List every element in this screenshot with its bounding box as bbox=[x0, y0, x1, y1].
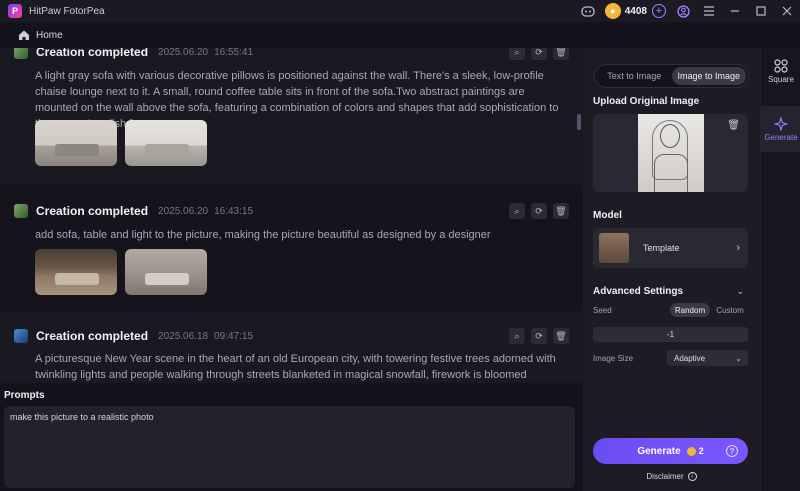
info-icon: i bbox=[687, 472, 697, 481]
prompts-label: Prompts bbox=[4, 390, 45, 401]
creation-time: 16:55:41 bbox=[214, 48, 254, 58]
disclaimer-link[interactable]: Disclaimer i bbox=[583, 472, 760, 481]
creation-title: Creation completed bbox=[36, 48, 149, 59]
creation-date: 2025.06.20 bbox=[158, 205, 209, 217]
zoom-icon[interactable]: ⌕ bbox=[509, 328, 525, 344]
image-size-value: Adaptive bbox=[674, 353, 706, 363]
creation-time: 16:43:15 bbox=[214, 205, 254, 217]
zoom-icon[interactable]: ⌕ bbox=[509, 48, 525, 60]
advanced-settings-title[interactable]: Advanced Settings bbox=[593, 286, 683, 297]
creation-feed: Creation completed 2025.06.20 16:55:41 ⌕… bbox=[0, 48, 583, 383]
disclaimer-label: Disclaimer bbox=[646, 472, 684, 481]
model-title: Model bbox=[593, 210, 622, 221]
discord-icon[interactable] bbox=[575, 0, 601, 22]
header-bar: Home bbox=[0, 22, 800, 48]
creation-prompt: A picturesque New Year scene in the hear… bbox=[35, 353, 556, 381]
close-icon[interactable] bbox=[774, 0, 800, 22]
side-nav: Square Generate bbox=[760, 48, 800, 491]
creation-card: Creation completed 2025.06.18 09:47:15 ⌕… bbox=[0, 311, 583, 383]
feed-scrollbar[interactable] bbox=[577, 114, 581, 130]
home-link[interactable]: Home bbox=[36, 30, 63, 41]
result-image[interactable] bbox=[35, 120, 117, 166]
chevron-down-icon[interactable]: ⌄ bbox=[736, 286, 744, 297]
credits-display[interactable]: ● 4408 + bbox=[604, 3, 666, 19]
help-icon[interactable]: ? bbox=[726, 445, 738, 457]
chevron-right-icon: › bbox=[736, 242, 740, 254]
mode-toggle: Text to Image Image to Image bbox=[594, 64, 749, 88]
creation-card: Creation completed 2025.06.20 16:43:15 ⌕… bbox=[0, 185, 583, 311]
zoom-icon[interactable]: ⌕ bbox=[509, 203, 525, 219]
image-size-select[interactable]: Adaptive ⌄ bbox=[667, 350, 748, 366]
delete-icon[interactable]: 🗑 bbox=[553, 48, 569, 60]
result-image[interactable] bbox=[35, 249, 117, 295]
creation-avatar bbox=[14, 204, 28, 218]
app-logo: P bbox=[8, 4, 22, 18]
seed-value-field[interactable]: -1 bbox=[593, 327, 748, 342]
creation-avatar bbox=[14, 329, 28, 343]
creation-date: 2025.06.20 bbox=[158, 48, 209, 58]
generate-cost: 2 bbox=[698, 446, 704, 456]
creation-title: Creation completed bbox=[36, 204, 149, 218]
chevron-down-icon: ⌄ bbox=[735, 353, 742, 363]
credit-count: 4408 bbox=[624, 5, 647, 17]
creation-title: Creation completed bbox=[36, 329, 149, 343]
coin-icon: ● bbox=[604, 3, 621, 19]
seed-random-option[interactable]: Random bbox=[670, 303, 710, 317]
seed-custom-option[interactable]: Custom bbox=[710, 303, 750, 317]
generate-button[interactable]: Generate 2 ? bbox=[593, 438, 748, 464]
prompt-input[interactable]: make this picture to a realistic photo bbox=[4, 406, 575, 488]
result-image[interactable] bbox=[125, 249, 207, 295]
generate-label: Generate bbox=[637, 445, 681, 457]
account-icon[interactable] bbox=[670, 0, 696, 22]
creation-card: Creation completed 2025.06.20 16:55:41 ⌕… bbox=[0, 48, 583, 185]
creation-avatar bbox=[14, 48, 28, 59]
regenerate-icon[interactable]: ⟳ bbox=[531, 328, 547, 344]
creation-time: 09:47:15 bbox=[214, 330, 254, 342]
trash-icon[interactable]: 🗑 bbox=[727, 120, 740, 131]
menu-icon[interactable] bbox=[696, 0, 722, 22]
result-image[interactable] bbox=[125, 120, 207, 166]
upload-title: Upload Original Image bbox=[593, 96, 700, 107]
tab-text-to-image[interactable]: Text to Image bbox=[597, 67, 672, 85]
model-thumbnail bbox=[599, 233, 629, 263]
tab-image-to-image[interactable]: Image to Image bbox=[671, 67, 746, 85]
settings-panel: Text to Image Image to Image Upload Orig… bbox=[583, 48, 760, 491]
coin-icon bbox=[686, 446, 696, 456]
creation-date: 2025.06.18 bbox=[158, 330, 209, 342]
seed-mode-toggle: Random Custom bbox=[670, 303, 750, 317]
image-size-label: Image Size bbox=[593, 354, 634, 363]
home-icon[interactable] bbox=[18, 29, 30, 41]
app-title: HitPaw FotorPea bbox=[29, 5, 105, 17]
uploaded-image bbox=[638, 114, 704, 192]
title-bar: P HitPaw FotorPea ● 4408 + bbox=[0, 0, 800, 22]
nav-label-square: Square bbox=[768, 74, 794, 84]
add-credits-button[interactable]: + bbox=[652, 4, 666, 18]
regenerate-icon[interactable]: ⟳ bbox=[531, 48, 547, 60]
nav-item-square[interactable]: Square bbox=[761, 48, 800, 94]
delete-icon[interactable]: 🗑 bbox=[553, 328, 569, 344]
nav-label-generate: Generate bbox=[764, 132, 798, 142]
model-selector[interactable]: Template › bbox=[593, 228, 748, 268]
upload-area[interactable]: 🗑 bbox=[593, 114, 748, 192]
sparkle-icon bbox=[774, 116, 788, 131]
square-grid-icon bbox=[774, 58, 788, 73]
model-name: Template bbox=[643, 243, 680, 253]
regenerate-icon[interactable]: ⟳ bbox=[531, 203, 547, 219]
delete-icon[interactable]: 🗑 bbox=[553, 203, 569, 219]
creation-prompt: add sofa, table and light to the picture… bbox=[35, 229, 491, 241]
nav-item-generate[interactable]: Generate bbox=[761, 106, 800, 152]
maximize-icon[interactable] bbox=[748, 0, 774, 22]
seed-label: Seed bbox=[593, 306, 612, 315]
minimize-icon[interactable] bbox=[722, 0, 748, 22]
